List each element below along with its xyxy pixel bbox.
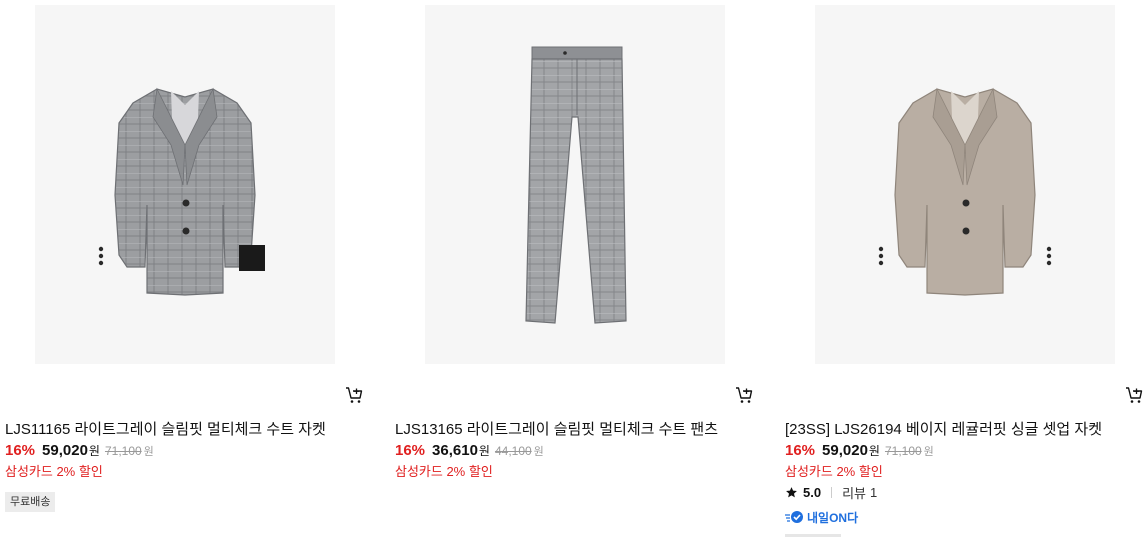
price-row: 16% 59,020 원 71,100 원 [785, 442, 934, 462]
currency-unit: 원 [88, 444, 100, 458]
cart-plus-icon [346, 387, 363, 403]
currency-unit: 원 [868, 444, 880, 458]
cart-plus-icon [1126, 387, 1143, 403]
delivery-label: 내일ON다 [807, 510, 859, 525]
beige-jacket-image [878, 87, 1052, 296]
delivery-truck-icon [785, 511, 803, 523]
card-discount-benefit: 삼성카드 2% 할인 [785, 464, 883, 479]
original-price: 71,100 [104, 444, 142, 458]
next-day-delivery-badge: 내일ON다 [785, 509, 858, 525]
suit-jacket-image [98, 87, 265, 296]
card-discount-benefit: 삼성카드 2% 할인 [5, 464, 103, 479]
price-row: 16% 59,020 원 71,100 원 [5, 442, 154, 462]
product-image[interactable] [815, 5, 1115, 364]
product-image[interactable] [425, 5, 725, 364]
card-discount-benefit: 삼성카드 2% 할인 [395, 464, 493, 479]
currency-unit: 원 [478, 444, 490, 458]
sale-price: 59,020 [822, 442, 868, 459]
price-row: 16% 36,610 원 44,100 원 [395, 442, 544, 462]
original-price: 71,100 [884, 444, 922, 458]
add-to-cart-button[interactable] [345, 386, 363, 404]
product-card[interactable]: LJS11165 라이트그레이 슬림핏 멀티체크 수트 자켓 16% 59,02… [5, 0, 365, 537]
product-name[interactable]: [23SS] LJS26194 베이지 레귤러핏 싱글 셋업 자켓 [785, 418, 1102, 439]
add-to-cart-button[interactable] [735, 386, 753, 404]
sale-price: 59,020 [42, 442, 88, 459]
discount-rate: 16% [395, 442, 426, 459]
original-currency-unit: 원 [923, 446, 934, 458]
rating-score: 5.0 [803, 484, 822, 500]
original-currency-unit: 원 [143, 446, 154, 458]
sale-price: 36,610 [432, 442, 478, 459]
original-price: 44,100 [494, 444, 532, 458]
product-card[interactable]: LJS13165 라이트그레이 슬림핏 멀티체크 수트 팬츠 16% 36,61… [395, 0, 755, 537]
product-card[interactable]: [23SS] LJS26194 베이지 레귤러핏 싱글 셋업 자켓 16% 59… [785, 0, 1144, 537]
divider [831, 486, 833, 498]
add-to-cart-button[interactable] [1125, 386, 1143, 404]
free-shipping-badge: 무료배송 [5, 492, 56, 512]
review-label: 리뷰 [842, 485, 866, 501]
discount-rate: 16% [5, 442, 36, 459]
review-count: 1 [870, 484, 878, 500]
product-image[interactable] [35, 5, 335, 364]
rating-row: 5.0 리뷰 1 [785, 483, 877, 501]
star-icon [786, 486, 797, 497]
original-currency-unit: 원 [533, 446, 544, 458]
product-name[interactable]: LJS13165 라이트그레이 슬림핏 멀티체크 수트 팬츠 [395, 418, 718, 439]
cart-plus-icon [736, 387, 753, 403]
suit-pants-image [525, 46, 627, 324]
discount-rate: 16% [785, 442, 816, 459]
product-name[interactable]: LJS11165 라이트그레이 슬림핏 멀티체크 수트 자켓 [5, 418, 326, 439]
